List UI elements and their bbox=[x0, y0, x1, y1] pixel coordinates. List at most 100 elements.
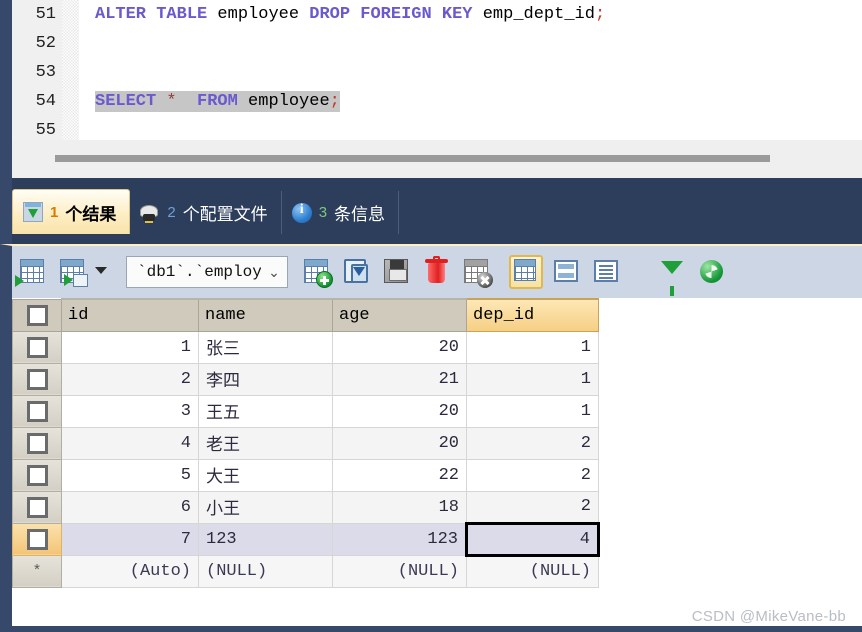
row-checkbox[interactable] bbox=[27, 433, 48, 454]
cell-id[interactable]: 3 bbox=[62, 395, 199, 427]
copy-row-button[interactable] bbox=[55, 255, 89, 289]
apply-changes-button[interactable] bbox=[299, 255, 333, 289]
editor-horizontal-scrollbar[interactable] bbox=[0, 140, 862, 178]
save-button[interactable] bbox=[379, 255, 413, 289]
row-checkbox[interactable] bbox=[27, 337, 48, 358]
chevron-down-icon[interactable]: ⌄ bbox=[261, 264, 287, 281]
cell-age[interactable]: 18 bbox=[333, 491, 467, 523]
new-row-marker[interactable]: * bbox=[13, 555, 62, 587]
new-cell-name[interactable]: (NULL) bbox=[199, 555, 333, 587]
row-checkbox[interactable] bbox=[27, 369, 48, 390]
cell-name[interactable]: 小王 bbox=[199, 491, 333, 523]
cell-name[interactable]: 李四 bbox=[199, 363, 333, 395]
tab-messages[interactable]: 3 条信息 bbox=[282, 191, 399, 234]
truncate-button[interactable] bbox=[459, 255, 493, 289]
cell-dep_id[interactable]: 1 bbox=[467, 331, 599, 363]
refresh-icon bbox=[700, 260, 723, 283]
cell-dep_id[interactable]: 2 bbox=[467, 491, 599, 523]
tab-result[interactable]: 1 个结果 bbox=[12, 189, 130, 234]
watermark: CSDN @MikeVane-bb bbox=[692, 608, 846, 625]
table-row[interactable]: 4老王202 bbox=[13, 427, 599, 459]
row-selector[interactable] bbox=[13, 363, 62, 395]
result-table: id name age dep_id 1张三2012李四2113王五2014老王… bbox=[12, 298, 600, 588]
cell-id[interactable]: 2 bbox=[62, 363, 199, 395]
row-selector[interactable] bbox=[13, 395, 62, 427]
cell-id[interactable]: 1 bbox=[62, 331, 199, 363]
new-cell-age[interactable]: (NULL) bbox=[333, 555, 467, 587]
text-view-button[interactable] bbox=[589, 255, 623, 289]
line-number: 52 bbox=[12, 29, 56, 58]
delete-button[interactable] bbox=[419, 255, 453, 289]
new-row[interactable]: *(Auto)(NULL)(NULL)(NULL) bbox=[13, 555, 599, 587]
select-all-checkbox[interactable] bbox=[27, 305, 48, 326]
cell-dep_id[interactable]: 1 bbox=[467, 363, 599, 395]
code-line-selected[interactable]: SELECT * FROM employee; bbox=[95, 87, 340, 116]
table-selector-combo[interactable]: `db1`.`employ ⌄ bbox=[126, 256, 288, 288]
cell-id[interactable]: 6 bbox=[62, 491, 199, 523]
scrollbar-thumb[interactable] bbox=[55, 155, 770, 162]
result-tabbar: 1 个结果 2 个配置文件 3 条信息 bbox=[0, 178, 862, 244]
cell-id[interactable]: 4 bbox=[62, 427, 199, 459]
cell-id[interactable]: 7 bbox=[62, 523, 199, 555]
cell-age[interactable]: 20 bbox=[333, 427, 467, 459]
row-checkbox[interactable] bbox=[27, 465, 48, 486]
result-grid[interactable]: id name age dep_id 1张三2012李四2113王五2014老王… bbox=[0, 298, 862, 626]
green-arrow-icon bbox=[15, 275, 24, 287]
row-checkbox[interactable] bbox=[27, 401, 48, 422]
refresh-button[interactable] bbox=[695, 255, 729, 289]
column-header-dep_id[interactable]: dep_id bbox=[467, 299, 599, 331]
row-checkbox[interactable] bbox=[27, 529, 48, 550]
cell-age[interactable]: 20 bbox=[333, 395, 467, 427]
table-row[interactable]: 71231234 bbox=[13, 523, 599, 555]
cell-age[interactable]: 20 bbox=[333, 331, 467, 363]
table-row[interactable]: 3王五201 bbox=[13, 395, 599, 427]
new-cell-id[interactable]: (Auto) bbox=[62, 555, 199, 587]
table-row[interactable]: 5大王222 bbox=[13, 459, 599, 491]
cell-dep_id[interactable]: 1 bbox=[467, 395, 599, 427]
column-header-id[interactable]: id bbox=[62, 299, 199, 331]
column-header-age[interactable]: age bbox=[333, 299, 467, 331]
x-badge-icon bbox=[477, 272, 493, 288]
grid-view-button[interactable] bbox=[509, 255, 543, 289]
row-selector[interactable] bbox=[13, 331, 62, 363]
new-cell-dep_id[interactable]: (NULL) bbox=[467, 555, 599, 587]
cell-dep_id[interactable]: 4 bbox=[467, 523, 599, 555]
tab-messages-count: 3 bbox=[319, 204, 327, 221]
row-selector[interactable] bbox=[13, 427, 62, 459]
cell-name[interactable]: 大王 bbox=[199, 459, 333, 491]
row-checkbox[interactable] bbox=[27, 497, 48, 518]
tab-profile[interactable]: 2 个配置文件 bbox=[130, 191, 281, 234]
cell-age[interactable]: 21 bbox=[333, 363, 467, 395]
cell-name[interactable]: 老王 bbox=[199, 427, 333, 459]
table-row[interactable]: 2李四211 bbox=[13, 363, 599, 395]
cell-name[interactable]: 王五 bbox=[199, 395, 333, 427]
refresh-rows-button[interactable] bbox=[339, 255, 373, 289]
row-selector[interactable] bbox=[13, 523, 62, 555]
cell-age[interactable]: 123 bbox=[333, 523, 467, 555]
dropdown-caret[interactable] bbox=[95, 255, 115, 289]
cell-name[interactable]: 123 bbox=[199, 523, 333, 555]
line-number: 51 bbox=[12, 0, 56, 29]
table-row[interactable]: 1张三201 bbox=[13, 331, 599, 363]
row-selector[interactable] bbox=[13, 459, 62, 491]
code-line[interactable]: ALTER TABLE employee DROP FOREIGN KEY em… bbox=[95, 0, 605, 29]
cell-dep_id[interactable]: 2 bbox=[467, 459, 599, 491]
sql-editor[interactable]: 51 52 53 54 55 ALTER TABLE employee DROP… bbox=[0, 0, 862, 140]
cell-age[interactable]: 22 bbox=[333, 459, 467, 491]
chevron-down-icon bbox=[95, 267, 107, 274]
cell-dep_id[interactable]: 2 bbox=[467, 427, 599, 459]
tab-messages-label: 条信息 bbox=[334, 200, 385, 225]
form-view-button[interactable] bbox=[549, 255, 583, 289]
column-header-name[interactable]: name bbox=[199, 299, 333, 331]
table-row[interactable]: 6小王182 bbox=[13, 491, 599, 523]
row-selector[interactable] bbox=[13, 491, 62, 523]
select-all-header[interactable] bbox=[13, 299, 62, 331]
grid-view-icon bbox=[514, 259, 536, 281]
scrollbar-track[interactable] bbox=[12, 140, 862, 178]
cell-name[interactable]: 张三 bbox=[199, 331, 333, 363]
trash-icon bbox=[428, 263, 445, 283]
cell-id[interactable]: 5 bbox=[62, 459, 199, 491]
filter-button[interactable] bbox=[655, 255, 689, 289]
insert-row-button[interactable] bbox=[15, 255, 49, 289]
tab-result-count: 1 bbox=[50, 204, 58, 221]
